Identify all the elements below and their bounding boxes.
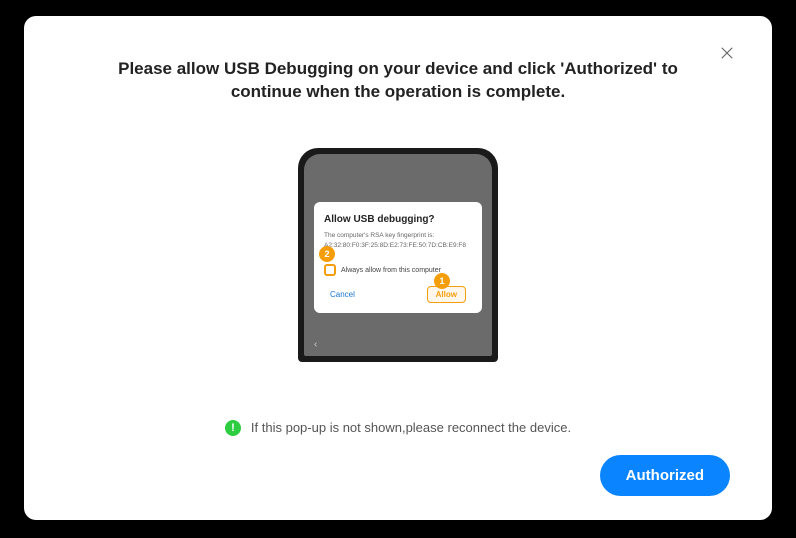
dialog-cancel-button[interactable]: Cancel [330, 290, 355, 299]
phone-illustration-container: Allow USB debugging? The computer's RSA … [24, 148, 772, 362]
fingerprint-value: A2:32:80:F0:3F:25:8D:E2:73:FE:50:7D:CB:E… [324, 242, 466, 249]
authorized-button[interactable]: Authorized [600, 455, 730, 496]
always-allow-label: Always allow from this computer [341, 267, 441, 274]
phone-frame: Allow USB debugging? The computer's RSA … [298, 148, 498, 362]
dialog-fingerprint-text: The computer's RSA key fingerprint is: A… [324, 231, 472, 251]
close-button[interactable] [718, 44, 736, 62]
dialog-title: Allow USB debugging? [324, 214, 472, 225]
back-arrow-icon: ‹ [314, 339, 317, 350]
modal-container: Please allow USB Debugging on your devic… [24, 16, 772, 520]
step-marker-2: 2 [319, 246, 335, 262]
phone-screen: Allow USB debugging? The computer's RSA … [304, 154, 492, 356]
dialog-actions: Cancel Allow [324, 286, 472, 303]
always-allow-checkbox[interactable] [324, 264, 336, 276]
modal-title: Please allow USB Debugging on your devic… [24, 16, 772, 104]
usb-debugging-dialog: Allow USB debugging? The computer's RSA … [314, 202, 482, 314]
fingerprint-label: The computer's RSA key fingerprint is: [324, 232, 434, 239]
always-allow-row: Always allow from this computer [324, 264, 472, 276]
close-icon [718, 44, 736, 62]
dialog-allow-button[interactable]: Allow [427, 286, 466, 303]
hint-text: If this pop-up is not shown,please recon… [251, 420, 571, 435]
hint-row: ! If this pop-up is not shown,please rec… [24, 420, 772, 436]
alert-icon: ! [225, 420, 241, 436]
